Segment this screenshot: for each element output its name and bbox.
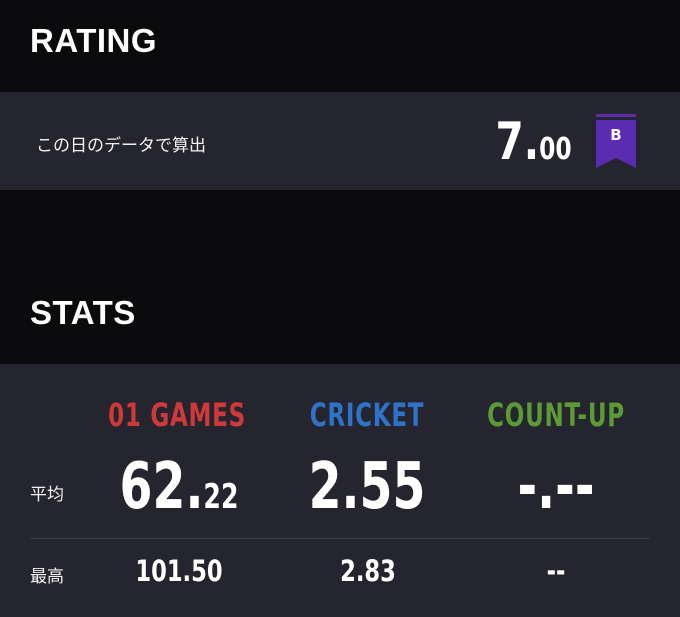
rating-value-integer: 7. [495,112,540,172]
max-row-label: 最高 [30,567,64,587]
stats-section-title: STATS [30,294,136,331]
column-header-01-games: 01 GAMES [108,396,246,434]
rating-grade-badge: B [596,114,636,168]
column-header-count-up: COUNT-UP [487,396,625,434]
rating-basis-label: この日のデータで算出 [36,136,206,156]
rating-grade-letter: B [610,126,622,144]
average-01-games: 62.22 [98,450,261,524]
rating-section-title: RATING [30,22,158,59]
average-cricket-value: 2.55 [308,450,426,524]
average-count-up-value: -.-- [517,450,595,524]
average-row-label: 平均 [30,485,64,505]
rating-value: 7.00 [496,112,572,172]
average-cricket: 2.55 [286,450,449,524]
average-count-up: -.-- [475,450,638,524]
stats-card: 01 GAMES CRICKET COUNT-UP 平均 62.22 2.55 … [0,364,680,617]
rating-value-decimal: 00 [539,132,572,167]
row-divider [30,538,650,539]
rating-card: この日のデータで算出 7.00 [0,92,680,190]
average-01-games-integer: 62. [119,450,204,524]
average-01-games-decimal: 22 [203,477,239,517]
column-header-cricket: CRICKET [309,396,425,434]
max-01-games: 101.50 [135,554,223,588]
max-cricket: 2.83 [340,554,396,588]
max-count-up: -- [546,554,566,588]
